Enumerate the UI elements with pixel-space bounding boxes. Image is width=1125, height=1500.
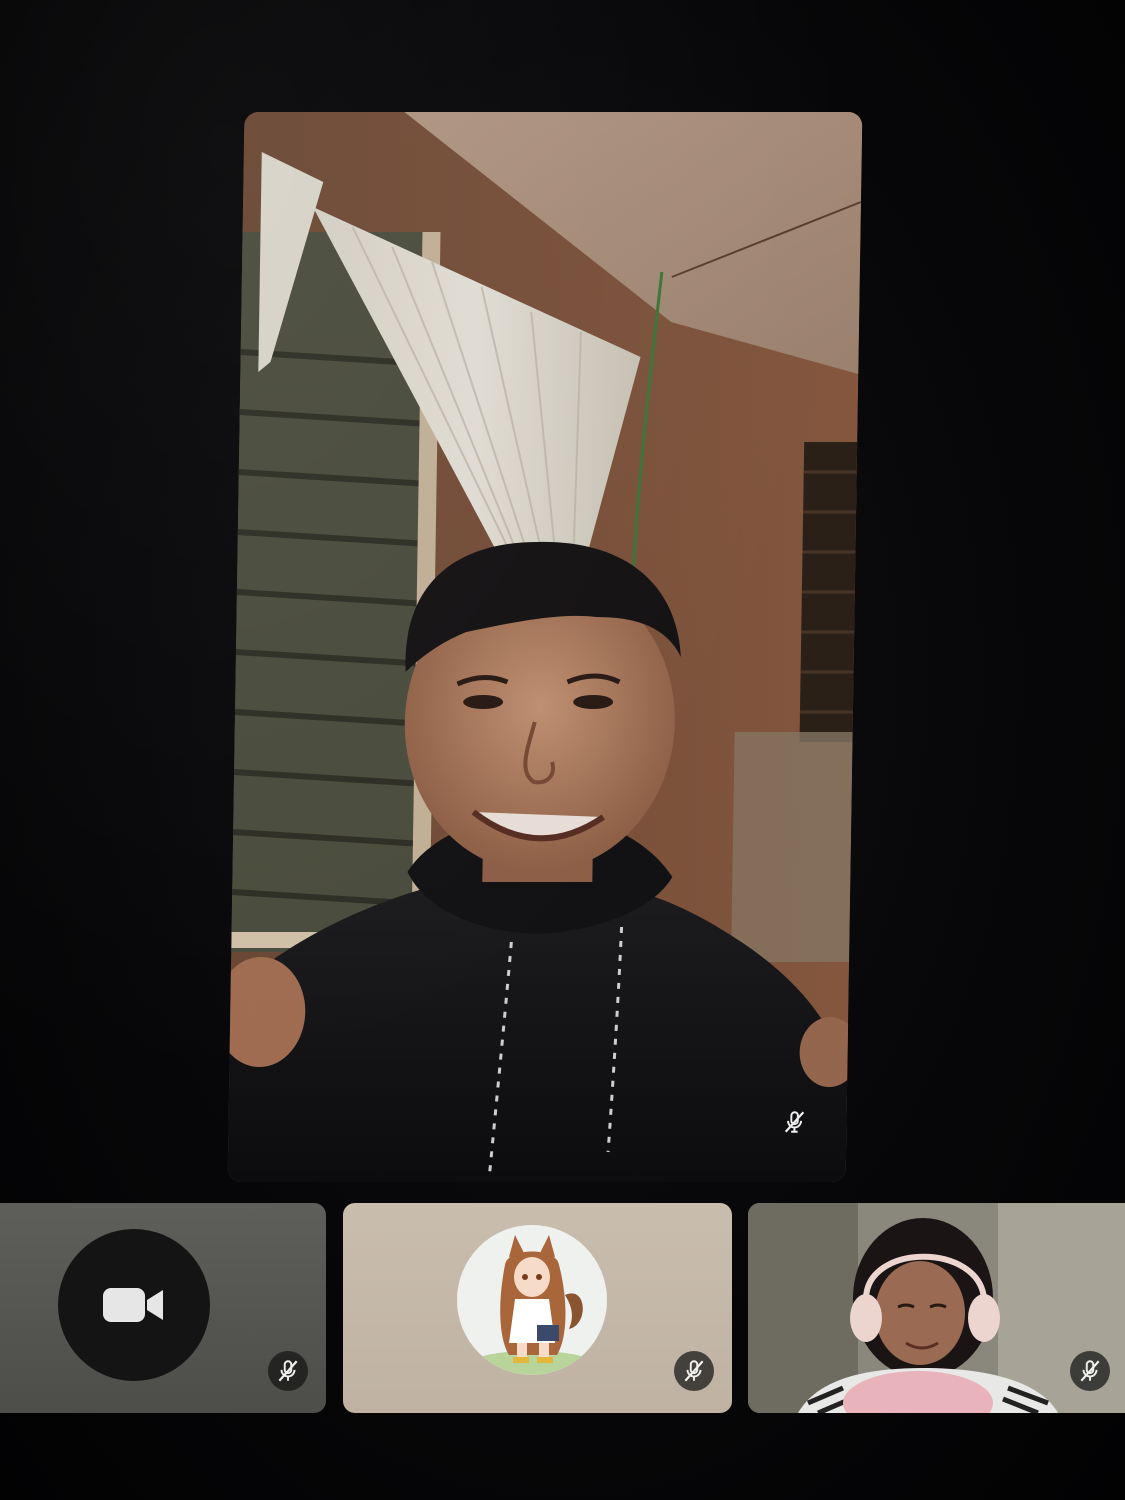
mic-slash-icon bbox=[278, 1360, 298, 1382]
participant-tile-avatar[interactable] bbox=[343, 1203, 732, 1413]
participant-3-mute-indicator bbox=[1070, 1351, 1110, 1391]
main-video-tile[interactable] bbox=[227, 112, 863, 1182]
main-video-feed bbox=[227, 112, 863, 1182]
participant-tile-live-video[interactable] bbox=[748, 1203, 1125, 1413]
camera-off-placeholder bbox=[58, 1229, 210, 1381]
participant-2-mute-indicator bbox=[674, 1351, 714, 1391]
participant-tile-camera-off[interactable] bbox=[0, 1203, 326, 1413]
anime-avatar-icon bbox=[457, 1225, 607, 1375]
participant-3-video-feed bbox=[748, 1203, 1125, 1413]
mic-slash-icon bbox=[1080, 1360, 1100, 1382]
participant-avatar bbox=[457, 1225, 607, 1375]
participant-strip bbox=[0, 1195, 1125, 1425]
video-camera-icon bbox=[103, 1288, 163, 1322]
mic-slash-icon bbox=[784, 1111, 805, 1133]
participant-1-mute-indicator bbox=[268, 1351, 308, 1391]
video-call-screen bbox=[0, 0, 1125, 1500]
mic-slash-icon bbox=[684, 1360, 704, 1382]
